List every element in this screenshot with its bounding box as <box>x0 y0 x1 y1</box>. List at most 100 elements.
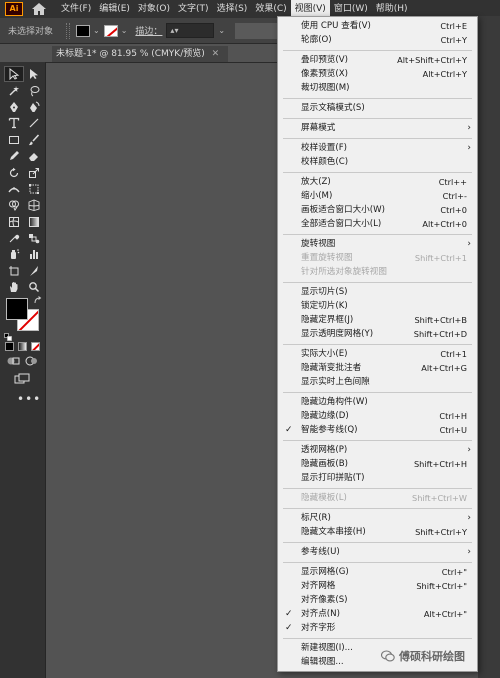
free-transform-tool[interactable] <box>24 181 44 197</box>
view-menu-item[interactable]: ✓ 对齐字形 <box>278 621 477 635</box>
view-menu-item[interactable]: 隐藏文本串接(H) Shift+Ctrl+Y <box>278 525 477 539</box>
view-menu-item[interactable]: 像素预览(X) Alt+Ctrl+Y <box>278 67 477 81</box>
view-menu-item[interactable]: 缩小(M) Ctrl+- <box>278 189 477 203</box>
view-menu-item-label: 隐藏文本串接(H) <box>301 527 366 537</box>
view-menu-item[interactable]: 对齐像素(S) <box>278 593 477 607</box>
column-graph-tool[interactable] <box>24 246 44 262</box>
view-menu-item-shortcut: Alt+Ctrl+0 <box>422 219 467 229</box>
default-fill-stroke-icon[interactable] <box>4 333 12 341</box>
close-tab-icon[interactable]: ✕ <box>212 49 220 59</box>
shaper-tool[interactable] <box>4 148 24 164</box>
view-menu-item[interactable]: 隐藏定界框(J) Shift+Ctrl+B <box>278 313 477 327</box>
fill-color-swatch[interactable] <box>76 24 90 37</box>
view-menu-item[interactable]: 使用 CPU 查看(V) Ctrl+E <box>278 19 477 33</box>
view-menu-item[interactable]: 实际大小(E) Ctrl+1 <box>278 347 477 361</box>
curvature-tool[interactable] <box>24 99 44 115</box>
view-menu-item[interactable]: 轮廓(O) Ctrl+Y <box>278 33 477 47</box>
view-menu-item[interactable]: 透视网格(P) › <box>278 443 477 457</box>
shape-builder-tool[interactable] <box>4 197 24 213</box>
view-menu-item: 重置旋转视图 Shift+Ctrl+1 <box>278 251 477 265</box>
view-menu-item[interactable]: 叠印预览(V) Alt+Shift+Ctrl+Y <box>278 53 477 67</box>
view-menu-item[interactable]: 放大(Z) Ctrl++ <box>278 175 477 189</box>
scale-tool[interactable] <box>24 164 44 180</box>
artboard-tool[interactable] <box>4 263 24 279</box>
view-menu-item[interactable]: 隐藏边角构件(W) <box>278 395 477 409</box>
stroke-weight-dropdown-icon[interactable]: ⌄ <box>218 26 225 35</box>
document-tab[interactable]: 未标题-1* @ 81.95 % (CMYK/预览) ✕ <box>52 46 228 62</box>
none-mode-button[interactable] <box>31 342 40 351</box>
view-menu-item-shortcut: Ctrl+1 <box>440 349 467 359</box>
screen-mode-button[interactable] <box>14 373 30 385</box>
view-menu-item[interactable]: 校样设置(F) › <box>278 141 477 155</box>
menu-2[interactable]: 对象(O) <box>134 0 174 18</box>
gradient-mode-button[interactable] <box>18 342 27 351</box>
eraser-tool[interactable] <box>24 148 44 164</box>
view-menu-item[interactable]: 显示透明度网格(Y) Shift+Ctrl+D <box>278 327 477 341</box>
menu-3[interactable]: 文字(T) <box>174 0 213 18</box>
magic-wand-tool[interactable] <box>4 82 24 98</box>
mesh-tool[interactable] <box>4 214 24 230</box>
menu-1[interactable]: 编辑(E) <box>95 0 134 18</box>
eyedropper-tool[interactable] <box>4 230 24 246</box>
view-menu-item[interactable]: 参考线(U) › <box>278 545 477 559</box>
drawing-mode-button[interactable] <box>6 355 22 367</box>
line-segment-tool[interactable] <box>24 115 44 131</box>
view-menu-item[interactable]: ✓ 智能参考线(Q) Ctrl+U <box>278 423 477 437</box>
view-menu-item[interactable]: 隐藏边缘(D) Ctrl+H <box>278 409 477 423</box>
rectangle-tool[interactable] <box>4 132 24 148</box>
view-menu-item[interactable]: 全部适合窗口大小(L) Alt+Ctrl+0 <box>278 217 477 231</box>
perspective-grid-tool[interactable] <box>24 197 44 213</box>
view-menu-item-label: 标尺(R) <box>301 513 331 523</box>
column-graph-icon <box>30 250 38 260</box>
slice-tool[interactable] <box>24 263 44 279</box>
view-menu-item[interactable]: 校样颜色(C) <box>278 155 477 169</box>
gradient-tool[interactable] <box>24 214 44 230</box>
free-transform-icon <box>29 183 39 194</box>
view-menu-item[interactable]: 隐藏渐变批注者 Alt+Ctrl+G <box>278 361 477 375</box>
view-menu-item[interactable]: 画板适合窗口大小(W) Ctrl+0 <box>278 203 477 217</box>
view-menu-item[interactable]: 标尺(R) › <box>278 511 477 525</box>
view-menu-item[interactable]: 旋转视图 › <box>278 237 477 251</box>
more-tools-icon[interactable]: ••• <box>17 392 41 406</box>
type-tool[interactable] <box>4 115 24 131</box>
zoom-tool[interactable] <box>24 279 44 295</box>
width-tool[interactable] <box>4 181 24 197</box>
direct-selection-tool[interactable] <box>24 66 44 82</box>
rotate-tool[interactable] <box>4 164 24 180</box>
menu-4[interactable]: 选择(S) <box>213 0 252 18</box>
pen-tool[interactable] <box>4 99 24 115</box>
color-mode-button[interactable] <box>5 342 14 351</box>
stroke-weight-stepper[interactable]: ▴▾ <box>166 23 215 38</box>
selection-tool[interactable] <box>4 66 24 83</box>
draw-inside-button[interactable] <box>24 355 40 367</box>
view-menu-item[interactable]: 屏幕模式 › <box>278 121 477 135</box>
view-menu-item[interactable]: 显示网格(G) Ctrl+" <box>278 565 477 579</box>
fill-stroke-widget[interactable] <box>4 296 44 342</box>
control-bar-grip[interactable] <box>66 22 70 39</box>
fill-color-box[interactable] <box>6 298 28 320</box>
view-menu-item[interactable]: 显示切片(S) <box>278 285 477 299</box>
symbol-sprayer-tool[interactable] <box>4 246 24 262</box>
menu-0[interactable]: 文件(F) <box>57 0 95 18</box>
mesh-icon <box>9 216 19 227</box>
view-menu-item[interactable]: 裁切视图(M) <box>278 81 477 95</box>
submenu-arrow-icon: › <box>467 445 471 455</box>
stroke-weight-label[interactable]: 描边： <box>135 24 162 37</box>
view-menu-item[interactable]: 显示实时上色间隙 <box>278 375 477 389</box>
swap-fill-stroke-icon[interactable] <box>34 296 43 305</box>
view-menu-item[interactable]: 对齐网格 Shift+Ctrl+" <box>278 579 477 593</box>
paintbrush-tool[interactable] <box>24 132 44 148</box>
view-menu-item[interactable]: 锁定切片(K) <box>278 299 477 313</box>
stroke-dropdown-icon[interactable]: ⌄ <box>121 26 128 35</box>
hand-tool[interactable] <box>4 279 24 295</box>
canvas-area[interactable] <box>47 63 277 678</box>
view-menu-item[interactable]: ✓ 对齐点(N) Alt+Ctrl+" <box>278 607 477 621</box>
view-menu-item[interactable]: 显示打印拼贴(T) <box>278 471 477 485</box>
blend-tool[interactable] <box>24 230 44 246</box>
fill-dropdown-icon[interactable]: ⌄ <box>93 26 100 35</box>
view-menu-item[interactable]: 隐藏画板(B) Shift+Ctrl+H <box>278 457 477 471</box>
home-icon[interactable] <box>31 2 47 16</box>
view-menu-item[interactable]: 显示文稿模式(S) <box>278 101 477 115</box>
lasso-tool[interactable] <box>24 82 44 98</box>
stroke-color-swatch[interactable] <box>103 24 118 37</box>
